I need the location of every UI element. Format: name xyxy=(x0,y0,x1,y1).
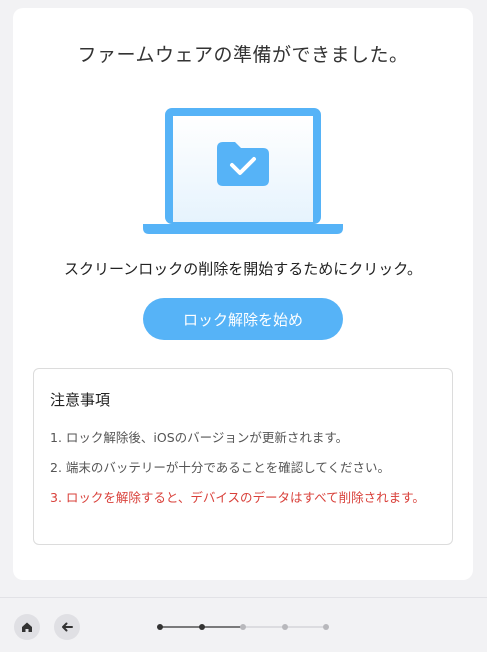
notice-item-warning: 3. ロックを解除すると、デバイスのデータはすべて削除されます。 xyxy=(50,490,425,505)
arrow-left-icon xyxy=(62,622,73,632)
notice-item: 1. ロック解除後、iOSのバージョンが更新されます。 xyxy=(50,430,349,445)
page-title: ファームウェアの準備ができました。 xyxy=(77,44,409,66)
start-unlock-button[interactable]: ロック解除を始め xyxy=(143,298,343,340)
instruction-text: スクリーンロックの削除を開始するためにクリック。 xyxy=(63,260,423,278)
notice-item: 2. 端末のバッテリーが十分であることを確認してください。 xyxy=(50,460,391,475)
main-card: ファームウェアの準備ができました。 スクリーンロックの削除を開始するためにクリッ… xyxy=(13,8,473,580)
back-button[interactable] xyxy=(54,614,80,640)
notice-title: 注意事項 xyxy=(50,391,111,409)
step-dot xyxy=(240,624,246,630)
notice-panel: 注意事項 1. ロック解除後、iOSのバージョンが更新されます。 2. 端末のバ… xyxy=(33,368,453,545)
progress-stepper xyxy=(157,624,329,630)
folder-check-icon xyxy=(217,142,269,186)
laptop-icon xyxy=(143,108,343,234)
step-dot xyxy=(282,624,288,630)
home-icon xyxy=(22,622,32,632)
bottom-bar xyxy=(0,597,487,652)
step-dot-current xyxy=(199,624,205,630)
laptop-folder-illustration xyxy=(143,108,343,234)
step-dot xyxy=(323,624,329,630)
home-button[interactable] xyxy=(14,614,40,640)
step-dot-done xyxy=(157,624,163,630)
